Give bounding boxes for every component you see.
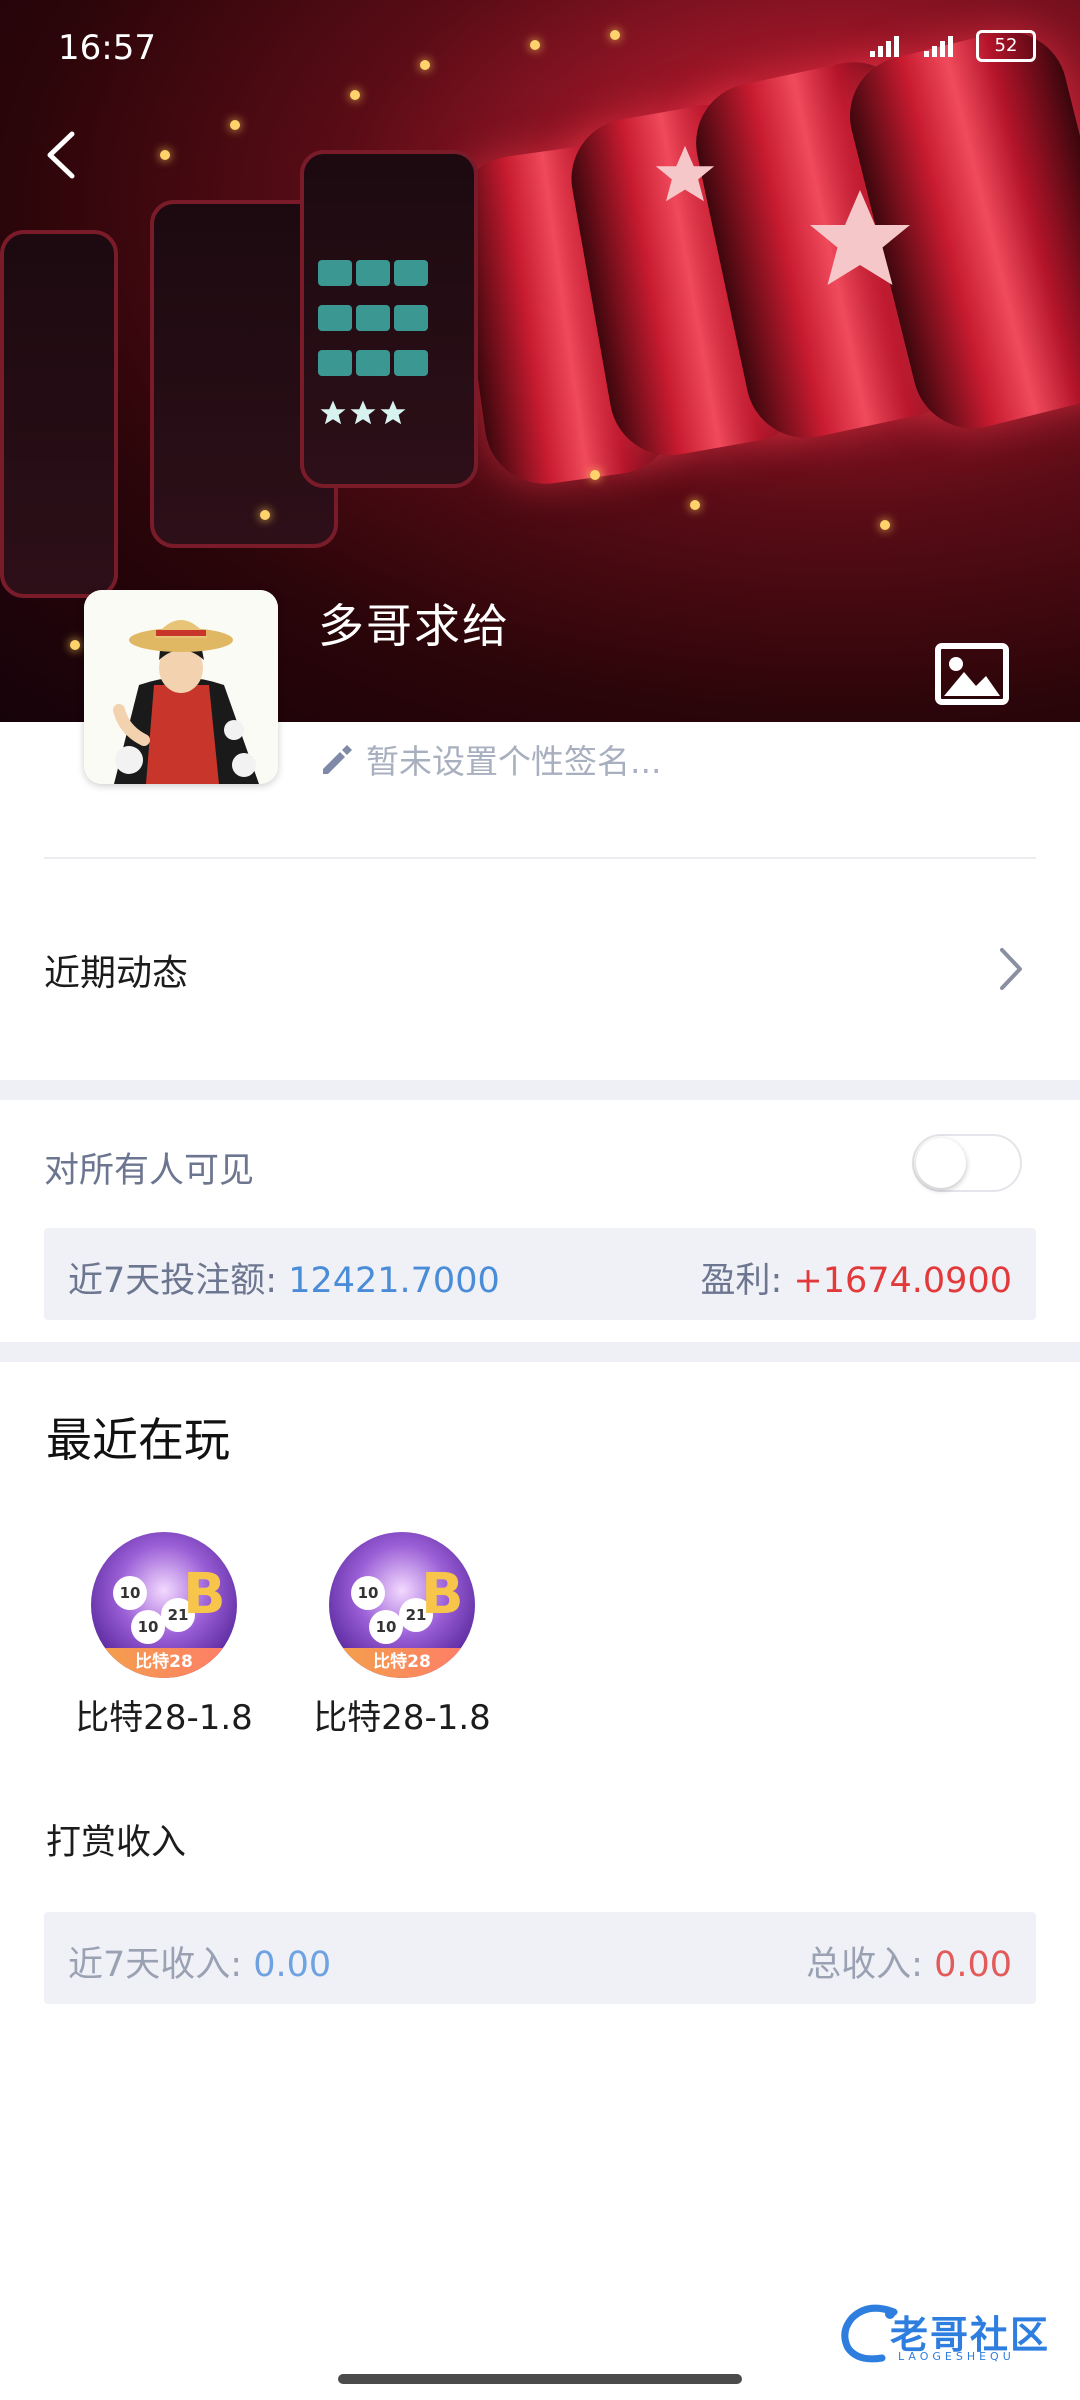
back-button[interactable] [36,120,96,190]
signal-icon [870,36,899,57]
watermark-logo: 老哥社区 LAOGESHEQU [838,2298,1066,2368]
chevron-right-icon [1000,948,1022,990]
battery-icon: 52 [976,30,1036,62]
total-income-label: 总收入: [806,1945,923,1985]
watermark-subtext: LAOGESHEQU [898,2350,1015,2363]
home-indicator[interactable] [338,2374,742,2384]
game-tag: 比特28 [329,1648,475,1678]
profit: 盈利: +1674.0900 [700,1252,1012,1303]
game-item[interactable]: 10 21 10 B 比特28 比特28-1.8 [64,1532,264,1739]
bet-amount-value: 12421.7000 [288,1261,500,1301]
status-time: 16:57 [58,28,156,68]
username: 多哥求给 [318,599,510,653]
week-income-label: 近7天收入: [68,1945,243,1985]
profit-label: 盈利: [700,1261,783,1301]
toggle-knob [916,1138,966,1188]
total-income: 总收入: 0.00 [806,1936,1012,1987]
edit-pencil-icon [323,745,352,774]
bet-stats-box: 近7天投注额: 12421.7000 盈利: +1674.0900 [44,1228,1036,1320]
visibility-toggle[interactable] [912,1134,1022,1192]
bet-amount-label: 近7天投注额: [68,1261,278,1301]
week-income-value: 0.00 [253,1945,332,1985]
change-cover-button[interactable] [934,642,1010,706]
image-icon [935,643,1009,705]
tip-income-title: 打赏收入 [46,1823,187,1863]
recent-activity-label: 近期动态 [44,953,189,994]
game-icon: 10 21 10 B 比特28 [91,1532,237,1678]
game-item[interactable]: 10 21 10 B 比特28 比特28-1.8 [302,1532,502,1739]
total-income-value: 0.00 [934,1945,1012,1985]
divider [44,857,1036,859]
signal-icon-2 [924,36,953,57]
game-icon: 10 21 10 B 比特28 [329,1532,475,1678]
recent-activity-row[interactable]: 近期动态 [0,900,1080,1036]
signature-row[interactable]: 暂未设置个性签名... [318,735,661,783]
avatar-image [84,590,278,784]
avatar[interactable] [84,590,278,784]
visibility-label: 对所有人可见 [44,1151,255,1191]
section-separator-2 [0,1342,1080,1362]
week-income: 近7天收入: 0.00 [68,1936,331,1987]
status-icons: 52 [868,30,1036,62]
tip-stats-box: 近7天收入: 0.00 总收入: 0.00 [44,1912,1036,2004]
signature-placeholder: 暂未设置个性签名... [366,742,662,781]
recently-playing-title: 最近在玩 [46,1413,230,1467]
status-bar: 16:57 52 [0,0,1080,96]
bet-amount: 近7天投注额: 12421.7000 [68,1252,500,1303]
chevron-left-icon [47,131,75,179]
section-separator [0,1080,1080,1100]
game-name: 比特28-1.8 [75,1698,253,1738]
game-tag: 比特28 [91,1648,237,1678]
game-name: 比特28-1.8 [313,1698,491,1738]
profit-value: +1674.0900 [793,1261,1012,1301]
battery-level: 52 [994,35,1018,56]
